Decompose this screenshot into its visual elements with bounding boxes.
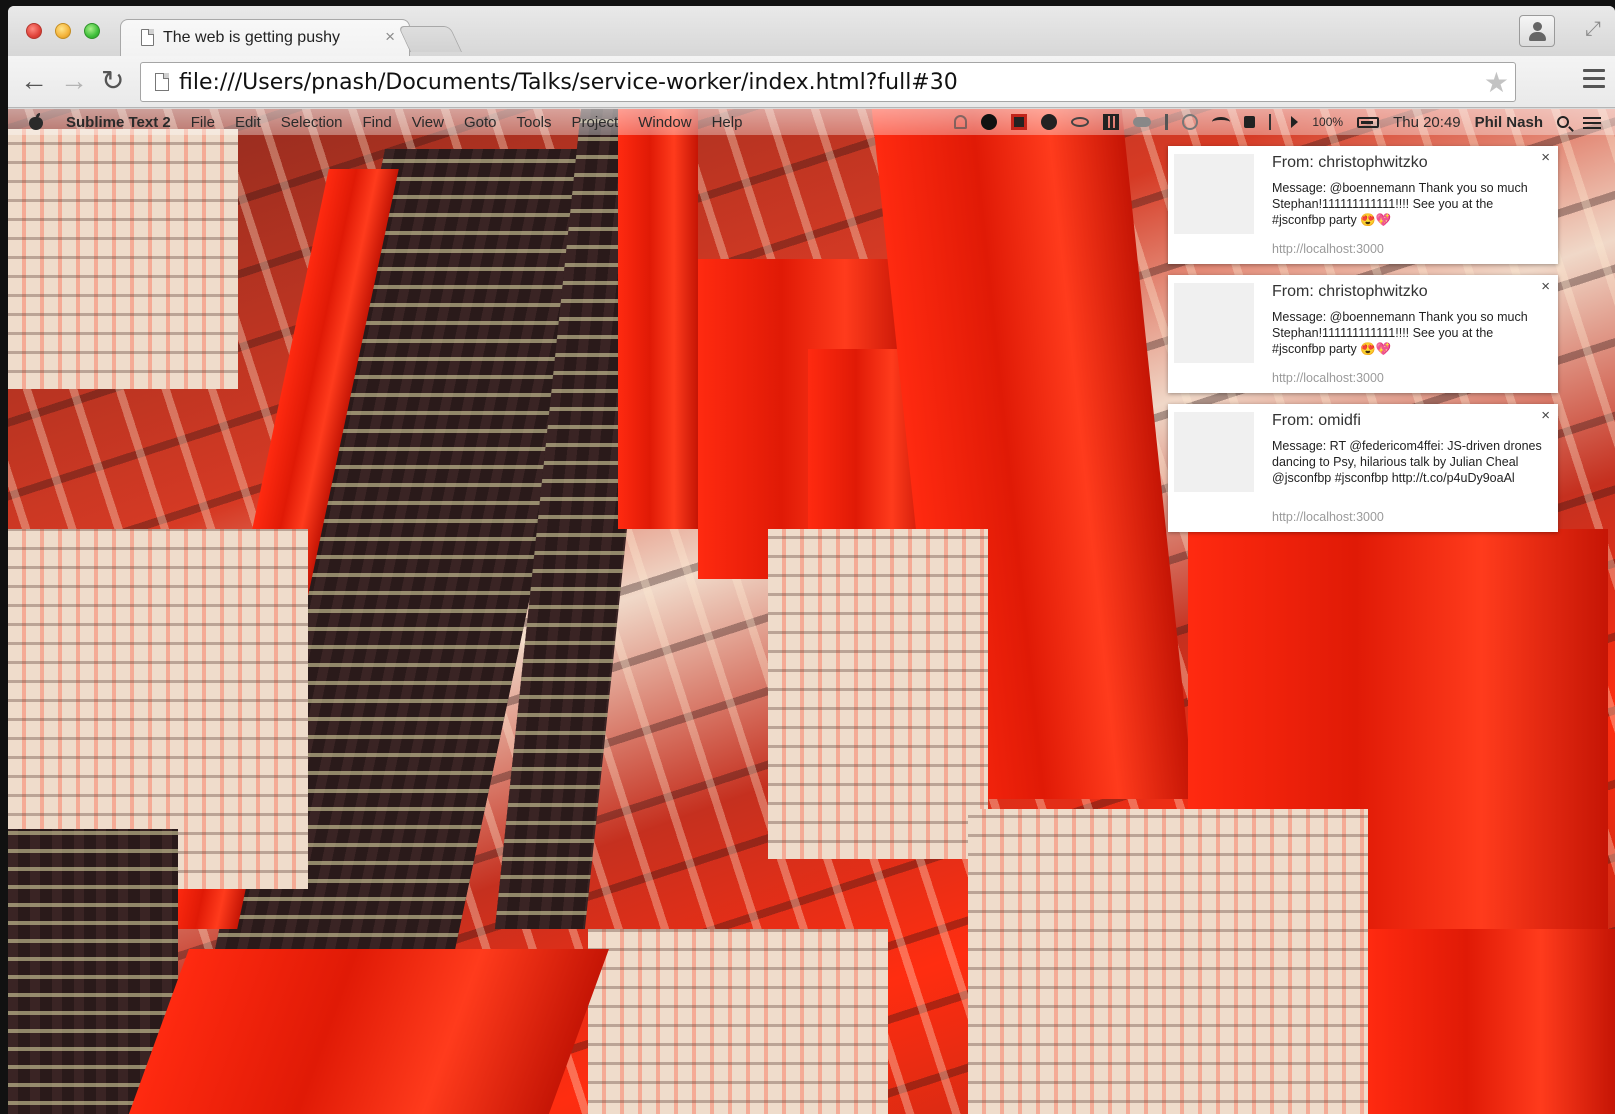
bluetooth-icon[interactable] <box>1269 114 1277 130</box>
address-bar[interactable]: file:///Users/pnash/Documents/Talks/serv… <box>140 62 1516 102</box>
battery-icon[interactable] <box>1357 116 1380 128</box>
notification-source: http://localhost:3000 <box>1272 510 1384 524</box>
tab-active[interactable]: The web is getting pushy × <box>120 19 410 57</box>
menu-selection[interactable]: Selection <box>281 114 343 131</box>
user-icon-body <box>1529 32 1546 41</box>
slide-content: Sublime Text 2 File Edit Selection Find … <box>8 109 1615 1114</box>
fullscreen-icon[interactable]: ⤢ <box>1585 18 1601 41</box>
browser-window: The web is getting pushy × ⤢ ← → ↻ file:… <box>8 6 1615 1114</box>
reload-button[interactable]: ↻ <box>101 66 124 96</box>
hamburger-line <box>1583 85 1605 88</box>
time-machine-icon[interactable] <box>1182 114 1199 130</box>
notification-message: Message: RT @federicom4ffei: JS-driven d… <box>1272 439 1542 485</box>
notification-message: Message: @boennemann Thank you so much S… <box>1272 310 1528 356</box>
city-artwork <box>8 129 238 389</box>
notification-bell-icon[interactable] <box>954 115 968 129</box>
menu-goto[interactable]: Goto <box>464 114 497 131</box>
tab-close-icon[interactable]: × <box>385 27 395 47</box>
profile-button[interactable] <box>1519 15 1555 47</box>
hamburger-line <box>1583 69 1605 72</box>
user-icon <box>1533 22 1542 31</box>
glasses-icon[interactable] <box>1071 117 1090 127</box>
status-app-icon[interactable] <box>1011 114 1028 130</box>
tab-title: The web is getting pushy <box>163 29 340 46</box>
browser-toolbar: ← → ↻ file:///Users/pnash/Documents/Talk… <box>8 56 1615 108</box>
chrome-menu-button[interactable] <box>1583 69 1605 93</box>
notification-close-icon[interactable]: × <box>1541 407 1550 424</box>
bolt-icon[interactable] <box>1041 114 1058 130</box>
volume-icon[interactable] <box>1291 116 1299 128</box>
tab-strip: The web is getting pushy × ⤢ <box>8 6 1615 57</box>
cloud-icon[interactable] <box>1133 117 1152 127</box>
bookmark-star-icon[interactable]: ★ <box>1484 66 1509 99</box>
mac-menu-bar: Sublime Text 2 File Edit Selection Find … <box>8 109 1615 135</box>
grid-icon[interactable] <box>1103 114 1120 130</box>
menu-tools[interactable]: Tools <box>516 114 551 131</box>
menu-extras: 100% Thu 20:49 Phil Nash <box>954 114 1615 131</box>
notification-from: From: christophwitzko <box>1272 283 1428 300</box>
new-tab-button[interactable] <box>397 26 463 52</box>
notification-card[interactable]: From: omidfi Message: RT @federicom4ffei… <box>1168 404 1558 532</box>
city-artwork <box>588 929 888 1114</box>
status-dot-icon[interactable] <box>981 114 998 130</box>
close-window-button[interactable] <box>26 23 42 39</box>
menu-app-name[interactable]: Sublime Text 2 <box>66 114 171 131</box>
notification-avatar <box>1174 283 1254 363</box>
menu-view[interactable]: View <box>412 114 444 131</box>
back-button[interactable]: ← <box>20 66 48 96</box>
notification-card[interactable]: From: christophwitzko Message: @boennema… <box>1168 275 1558 393</box>
battery-percent[interactable]: 100% <box>1312 115 1343 129</box>
minimize-window-button[interactable] <box>55 23 71 39</box>
notification-center-icon[interactable] <box>1583 115 1601 129</box>
notification-message: Message: @boennemann Thank you so much S… <box>1272 181 1528 227</box>
city-artwork <box>618 109 698 529</box>
notification-close-icon[interactable]: × <box>1541 278 1550 295</box>
city-artwork <box>968 809 1368 1114</box>
city-artwork <box>1368 929 1615 1114</box>
notification-from: From: omidfi <box>1272 412 1361 429</box>
url-text[interactable]: file:///Users/pnash/Documents/Talks/serv… <box>179 70 958 95</box>
menu-clock[interactable]: Thu 20:49 <box>1393 114 1461 131</box>
notification-close-icon[interactable]: × <box>1541 149 1550 166</box>
menu-window[interactable]: Window <box>638 114 691 131</box>
spotlight-search-icon[interactable] <box>1557 116 1569 128</box>
city-artwork <box>127 949 609 1114</box>
page-icon <box>141 29 154 46</box>
wifi-icon[interactable] <box>1212 117 1231 127</box>
notification-card[interactable]: From: christophwitzko Message: @boennema… <box>1168 146 1558 264</box>
lock-icon[interactable] <box>1244 116 1256 128</box>
notification-source: http://localhost:3000 <box>1272 371 1384 385</box>
forward-button[interactable]: → <box>60 66 88 96</box>
zoom-window-button[interactable] <box>84 23 100 39</box>
menu-project[interactable]: Project <box>572 114 619 131</box>
upload-icon[interactable] <box>1165 114 1169 130</box>
notification-avatar <box>1174 412 1254 492</box>
city-artwork <box>768 529 988 859</box>
menu-help[interactable]: Help <box>712 114 743 131</box>
menu-edit[interactable]: Edit <box>235 114 261 131</box>
apple-logo-icon[interactable] <box>28 113 44 131</box>
menu-file[interactable]: File <box>191 114 215 131</box>
notification-from: From: christophwitzko <box>1272 154 1428 171</box>
menu-find[interactable]: Find <box>363 114 392 131</box>
page-icon <box>155 73 169 91</box>
menu-user-name[interactable]: Phil Nash <box>1475 114 1543 131</box>
hamburger-line <box>1583 77 1605 80</box>
notification-avatar <box>1174 154 1254 234</box>
notification-source: http://localhost:3000 <box>1272 242 1384 256</box>
